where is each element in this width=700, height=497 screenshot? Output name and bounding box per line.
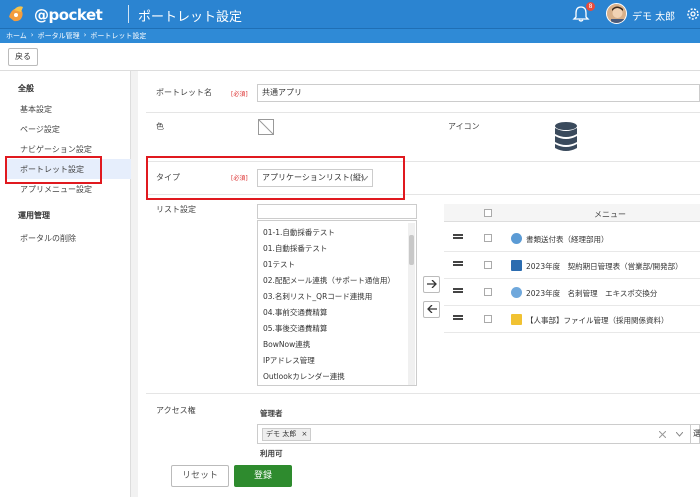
list-search-input[interactable] bbox=[257, 204, 417, 219]
admin-tag-label: デモ 太郎 bbox=[266, 430, 297, 438]
folder-icon bbox=[511, 314, 522, 325]
sidebar-item-basic[interactable]: 基本設定 bbox=[20, 104, 52, 115]
chevron-down-icon[interactable] bbox=[676, 432, 683, 437]
list-item[interactable]: 01-1.自動採番テスト bbox=[263, 227, 335, 238]
row-checkbox[interactable] bbox=[484, 234, 492, 242]
list-item[interactable]: 01.自動採番テスト bbox=[263, 243, 327, 254]
menu-row-text[interactable]: 2023年度 名刺管理 エキスポ交換分 bbox=[526, 288, 657, 299]
logo-text[interactable]: @pocket bbox=[34, 6, 103, 24]
scrollbar-thumb[interactable] bbox=[409, 235, 414, 265]
usable-label: 利用可 bbox=[260, 449, 283, 458]
cloud-icon bbox=[511, 287, 522, 298]
admin-label: 管理者 bbox=[260, 409, 283, 418]
submit-button[interactable]: 登録 bbox=[234, 465, 292, 487]
calendar-icon bbox=[511, 260, 522, 271]
color-picker-swatch[interactable] bbox=[258, 119, 274, 135]
notification-badge: 8 bbox=[586, 2, 595, 11]
gear-icon[interactable] bbox=[684, 5, 700, 23]
drag-handle-icon[interactable] bbox=[453, 234, 463, 239]
portlet-name-label: ポートレット名 bbox=[156, 88, 212, 97]
drag-handle-icon[interactable] bbox=[453, 288, 463, 293]
highlight-box-type bbox=[146, 156, 405, 200]
arrow-right-icon bbox=[426, 279, 437, 289]
color-label: 色 bbox=[156, 122, 164, 131]
row-checkbox[interactable] bbox=[484, 288, 492, 296]
sidebar-item-navigation[interactable]: ナビゲーション設定 bbox=[20, 144, 92, 155]
list-item[interactable]: BowNow連携 bbox=[263, 339, 310, 350]
breadcrumb-separator: › bbox=[83, 31, 87, 39]
sidebar-item-app-menu[interactable]: アプリメニュー設定 bbox=[20, 184, 92, 195]
sidebar: 全般 基本設定 ページ設定 ナビゲーション設定 ポートレット設定 アプリメニュー… bbox=[0, 71, 131, 497]
avatar-face-icon bbox=[607, 4, 626, 23]
divider bbox=[146, 393, 700, 394]
sidebar-item-delete-portal[interactable]: ポータルの削除 bbox=[20, 233, 76, 244]
toolbar: 戻る bbox=[0, 43, 700, 71]
drag-handle-icon[interactable] bbox=[453, 315, 463, 320]
breadcrumb-home[interactable]: ホーム bbox=[6, 31, 27, 41]
required-badge: [必須] bbox=[231, 91, 248, 98]
list-item[interactable]: 05.事後交通費精算 bbox=[263, 323, 327, 334]
menu-row-text[interactable]: 2023年度 契約期日管理表（営業部/開発部） bbox=[526, 261, 683, 272]
select-users-button[interactable]: 選 bbox=[690, 424, 700, 444]
reset-button[interactable]: リセット bbox=[171, 465, 229, 487]
list-item[interactable]: 04.事前交通費精算 bbox=[263, 307, 327, 318]
menu-column-header: メニュー bbox=[594, 210, 626, 219]
drag-handle-icon[interactable] bbox=[453, 261, 463, 266]
access-label: アクセス権 bbox=[156, 406, 196, 415]
pocket-logo-icon[interactable] bbox=[6, 3, 28, 25]
clear-icon[interactable] bbox=[659, 431, 666, 438]
row-divider bbox=[444, 251, 700, 252]
row-divider bbox=[444, 305, 700, 306]
list-item[interactable]: 03.名刺リスト_QRコード連携用 bbox=[263, 291, 372, 302]
sidebar-section-general: 全般 bbox=[18, 84, 34, 93]
portlet-name-input[interactable]: 共通アプリ bbox=[257, 84, 700, 102]
sidebar-section-operation: 運用管理 bbox=[18, 211, 50, 220]
list-item[interactable]: IPアドレス管理 bbox=[263, 355, 315, 366]
admin-tag[interactable]: デモ 太郎 × bbox=[262, 428, 312, 441]
row-divider bbox=[444, 278, 700, 279]
globe-icon bbox=[511, 233, 522, 244]
list-item[interactable]: 01テスト bbox=[263, 259, 295, 270]
divider bbox=[146, 112, 700, 113]
available-list[interactable]: 01-1.自動採番テスト 01.自動採番テスト 01テスト 02.配配メール連携… bbox=[257, 220, 417, 386]
sidebar-item-page[interactable]: ページ設定 bbox=[20, 124, 60, 135]
user-name[interactable]: デモ 太郎 bbox=[632, 8, 675, 23]
row-checkbox[interactable] bbox=[484, 315, 492, 323]
breadcrumb-portal-admin[interactable]: ポータル管理 bbox=[38, 31, 80, 41]
list-setting-label: リスト設定 bbox=[156, 205, 196, 214]
list-scrollbar[interactable] bbox=[408, 223, 415, 385]
database-icon[interactable] bbox=[554, 122, 578, 152]
move-left-button[interactable] bbox=[423, 301, 440, 318]
page-title: ポートレット設定 bbox=[138, 10, 243, 25]
highlight-box-sidebar bbox=[5, 156, 102, 184]
breadcrumb-separator: › bbox=[30, 31, 34, 39]
admin-select[interactable] bbox=[257, 424, 691, 444]
header-bar: @pocket ポートレット設定 8 デモ 太郎 bbox=[0, 0, 700, 29]
tag-remove-icon[interactable]: × bbox=[301, 430, 307, 438]
arrow-left-icon bbox=[426, 304, 437, 314]
selected-menu-table: メニュー 書類送付表（経理部用） 2023年度 契約期日管理表（営業部/開発部）… bbox=[444, 204, 700, 336]
move-right-button[interactable] bbox=[423, 276, 440, 293]
menu-row-text[interactable]: 【人事部】ファイル管理（採用関係資料） bbox=[526, 315, 669, 326]
row-checkbox[interactable] bbox=[484, 261, 492, 269]
list-item[interactable]: 02.配配メール連携（サポート通信用） bbox=[263, 275, 395, 286]
menu-table-header: メニュー bbox=[444, 204, 700, 222]
header-divider bbox=[128, 5, 129, 23]
list-item[interactable]: Outlookカレンダー連携 bbox=[263, 371, 345, 382]
breadcrumb-current: ポートレット設定 bbox=[90, 32, 147, 40]
main-content: ポートレット名 [必須] 共通アプリ 色 アイコン タイプ [必須] アプリケー… bbox=[138, 71, 700, 497]
select-all-checkbox[interactable] bbox=[484, 209, 492, 217]
user-avatar[interactable] bbox=[606, 3, 627, 24]
back-button[interactable]: 戻る bbox=[8, 48, 38, 66]
breadcrumb-bar: ホーム › ポータル管理 › ポートレット設定 bbox=[0, 29, 700, 43]
icon-label: アイコン bbox=[448, 122, 480, 131]
menu-row-text[interactable]: 書類送付表（経理部用） bbox=[526, 234, 609, 245]
row-divider bbox=[444, 332, 700, 333]
breadcrumb: ホーム › ポータル管理 › ポートレット設定 bbox=[6, 31, 146, 41]
